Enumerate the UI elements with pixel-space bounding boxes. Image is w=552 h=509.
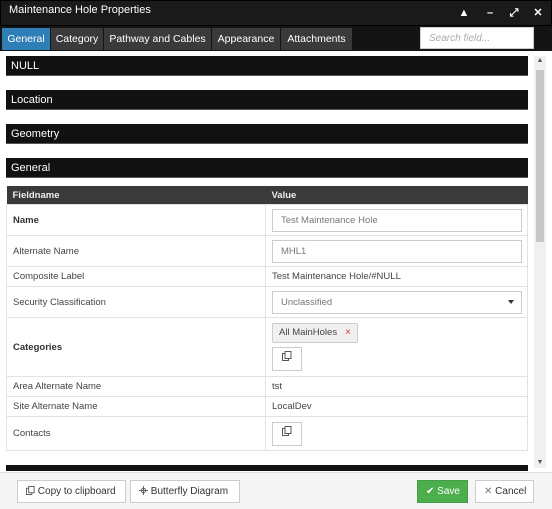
scrollbar-thumb[interactable]: [536, 70, 544, 242]
alternate-name-label: Alternate Name: [6, 235, 266, 267]
window-titlebar: Maintenance Hole Properties ▲ – ⤢ ✕: [0, 0, 552, 26]
alternate-name-field[interactable]: MHL1: [272, 239, 522, 263]
table-row: Area Alternate Name tst: [6, 376, 528, 397]
scroll-down-icon[interactable]: ▼: [534, 458, 546, 468]
tab-category[interactable]: Category: [51, 28, 103, 50]
category-tag: All MainHoles ×: [272, 323, 358, 343]
value-header: Value: [265, 186, 528, 205]
cancel-label: Cancel: [495, 486, 527, 497]
dialog-footer: Copy to clipboard Butterfly Diagram ✔ Sa…: [0, 472, 552, 509]
window-title: Maintenance Hole Properties: [9, 4, 151, 16]
composite-label-value: Test Maintenance Hole/#NULL: [265, 266, 528, 287]
save-label: Save: [437, 486, 460, 497]
name-label: Name: [6, 204, 266, 236]
tab-appearance[interactable]: Appearance: [212, 28, 280, 50]
table-row: Contacts: [6, 416, 528, 451]
butterfly-diagram-label: Butterfly Diagram: [150, 486, 229, 497]
copy-icon: [282, 351, 292, 361]
cancel-button[interactable]: ✕ Cancel: [475, 480, 534, 503]
site-alternate-name-label: Site Alternate Name: [6, 396, 266, 417]
properties-content: NULL Location Geometry General Fieldname…: [0, 51, 532, 471]
name-field[interactable]: Test Maintenance Hole: [272, 208, 522, 232]
table-row: Composite Label Test Maintenance Hole/#N…: [6, 266, 528, 287]
contacts-label: Contacts: [6, 416, 266, 451]
table-row: Name Test Maintenance Hole: [6, 204, 528, 236]
close-window-icon[interactable]: ✕: [531, 6, 545, 20]
section-null[interactable]: NULL: [6, 56, 528, 76]
butterfly-icon: [139, 486, 148, 495]
check-icon: ✔: [426, 486, 435, 497]
properties-table: Fieldname Value Name Test Maintenance Ho…: [6, 186, 528, 451]
categories-picker-button[interactable]: [272, 347, 302, 371]
section-partial[interactable]: [6, 465, 528, 471]
copy-to-clipboard-button[interactable]: Copy to clipboard: [17, 480, 126, 503]
category-tag-label: All MainHoles: [279, 327, 338, 338]
table-row: Security Classification Unclassified: [6, 286, 528, 318]
save-button[interactable]: ✔ Save: [417, 480, 468, 503]
copy-icon: [282, 425, 292, 436]
remove-tag-icon[interactable]: ×: [345, 327, 351, 338]
copy-to-clipboard-label: Copy to clipboard: [37, 486, 116, 497]
categories-label: Categories: [6, 317, 266, 377]
search-input[interactable]: [420, 27, 534, 49]
tab-attachments[interactable]: Attachments: [281, 28, 352, 50]
scroll-up-icon[interactable]: ▲: [534, 56, 546, 66]
security-classification-value: Unclassified: [281, 296, 333, 308]
composite-label-label: Composite Label: [6, 266, 266, 287]
section-geometry[interactable]: Geometry: [6, 124, 528, 144]
collapse-icon[interactable]: ▲: [457, 6, 471, 20]
section-general[interactable]: General: [6, 158, 528, 178]
maximize-icon[interactable]: ⤢: [507, 6, 521, 20]
section-location[interactable]: Location: [6, 90, 528, 110]
tab-pathway-and-cables[interactable]: Pathway and Cables: [104, 28, 211, 50]
site-alternate-name-value: LocalDev: [265, 396, 528, 417]
table-row: Alternate Name MHL1: [6, 235, 528, 267]
caret-down-icon: [508, 299, 514, 304]
tab-general[interactable]: General: [2, 28, 50, 50]
contacts-picker-button[interactable]: [272, 421, 302, 446]
vertical-scrollbar[interactable]: ▲ ▼: [534, 56, 546, 468]
security-classification-label: Security Classification: [6, 286, 266, 318]
security-classification-select[interactable]: Unclassified: [272, 290, 522, 314]
table-row: Site Alternate Name LocalDev: [6, 396, 528, 417]
butterfly-diagram-button[interactable]: Butterfly Diagram: [130, 480, 240, 503]
minimize-icon[interactable]: –: [483, 6, 497, 20]
copy-icon: [26, 486, 35, 495]
table-row: Categories All MainHoles ×: [6, 317, 528, 377]
area-alternate-name-label: Area Alternate Name: [6, 376, 266, 397]
close-icon: ✕: [484, 486, 493, 497]
fieldname-header: Fieldname: [6, 186, 266, 205]
area-alternate-name-value: tst: [265, 376, 528, 397]
